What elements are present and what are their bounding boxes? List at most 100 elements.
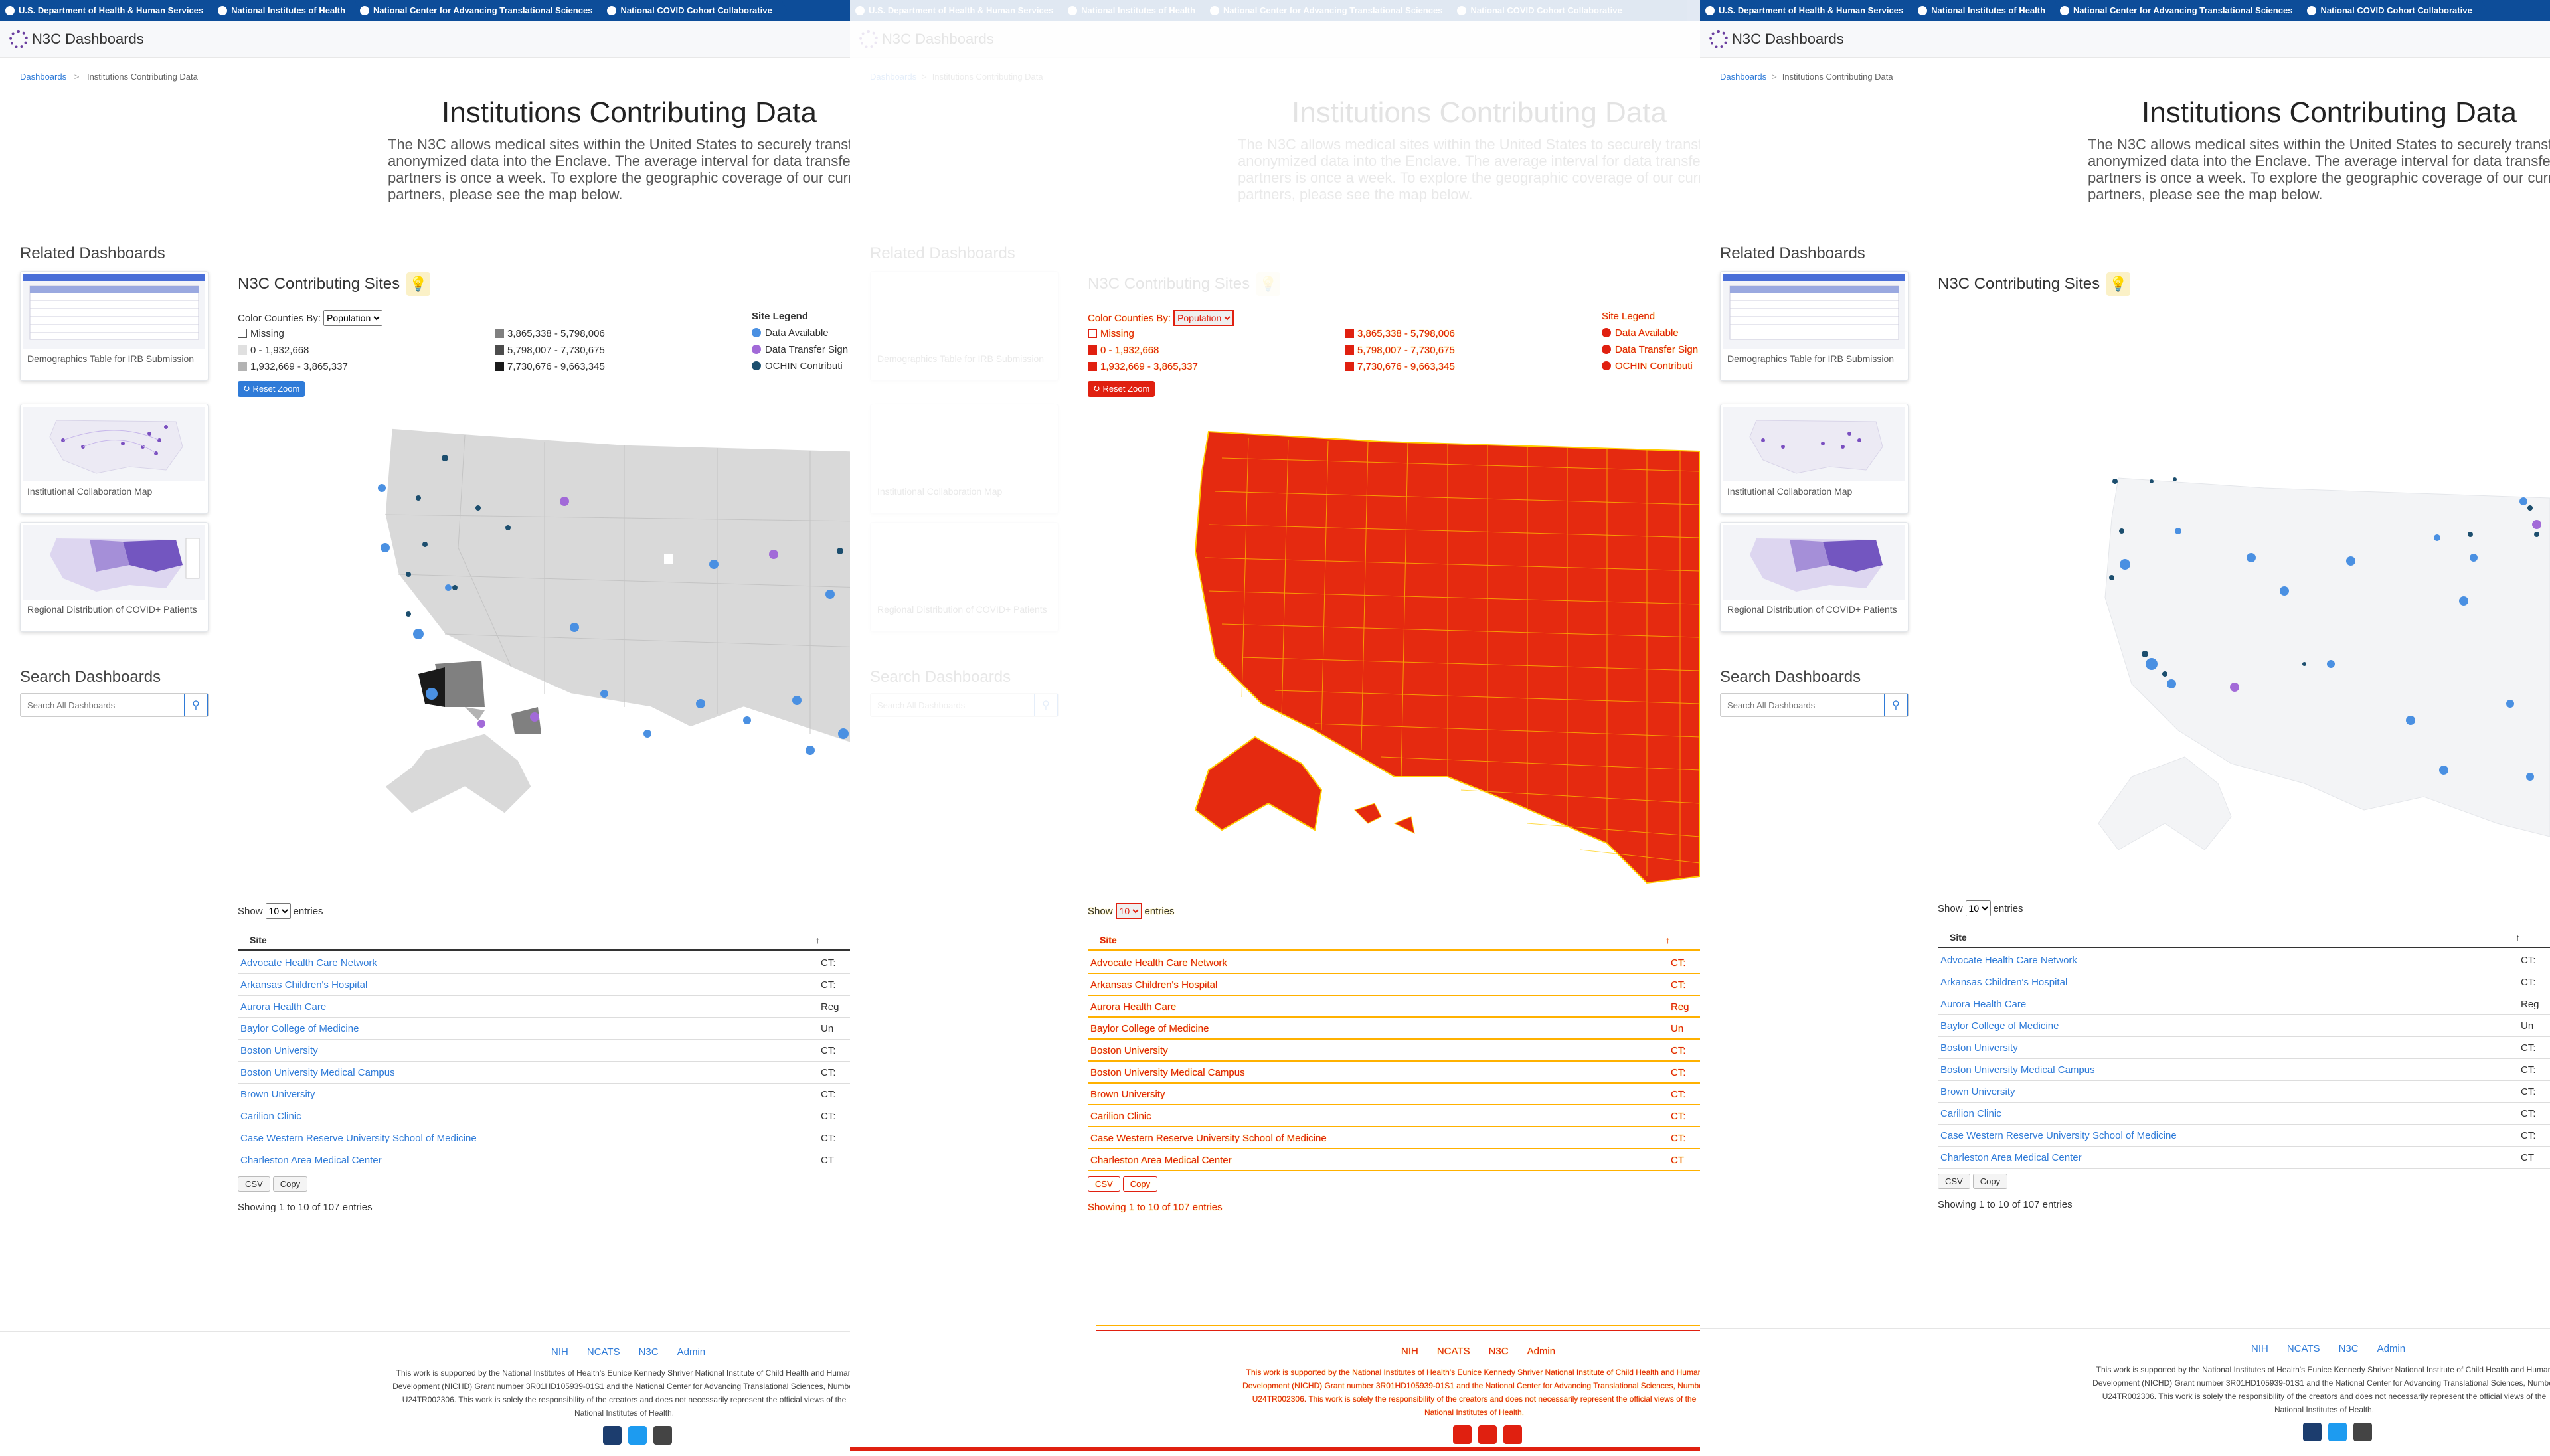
entries-select[interactable]: 10 (1115, 903, 1142, 919)
gov-link-ncats[interactable]: National Center for Advancing Translatio… (2055, 0, 2308, 21)
site-link[interactable]: Boston University (1940, 1042, 2018, 1054)
sort-arrow-icon[interactable]: ↑ (1665, 935, 1670, 945)
site-link[interactable]: Boston University (240, 1045, 318, 1056)
github-icon[interactable] (1503, 1425, 1522, 1444)
csv-button[interactable]: CSV (238, 1176, 270, 1192)
n3c-logo-icon[interactable] (1709, 29, 1728, 48)
site-link[interactable]: Brown University (1090, 1089, 1165, 1100)
footer-link-ncats[interactable]: NCATS (587, 1346, 620, 1358)
us-county-map[interactable] (345, 415, 850, 893)
site-link[interactable]: Advocate Health Care Network (240, 957, 377, 969)
csv-button[interactable]: CSV (1088, 1176, 1120, 1192)
footer-link-nih[interactable]: NIH (1401, 1346, 1418, 1357)
site-link[interactable]: Carilion Clinic (1090, 1111, 1151, 1122)
table-header[interactable]: Site ↑ (238, 928, 850, 951)
site-link[interactable]: Boston University Medical Campus (1090, 1067, 1245, 1078)
color-by-select[interactable]: Population (323, 310, 383, 326)
copy-button[interactable]: Copy (272, 1176, 308, 1192)
related-card-regional[interactable]: Regional Distribution of COVID+ Patients (870, 522, 1059, 632)
site-link[interactable]: Advocate Health Care Network (1090, 957, 1227, 969)
footer-link-nih[interactable]: NIH (551, 1346, 568, 1358)
gov-link-hhs[interactable]: U.S. Department of Health & Human Servic… (850, 0, 1068, 21)
search-input[interactable] (21, 694, 184, 716)
site-link[interactable]: Charleston Area Medical Center (1940, 1152, 2082, 1163)
related-card-demographics[interactable]: Demographics Table for IRB Submission (1720, 271, 1909, 381)
site-link[interactable]: Arkansas Children's Hospital (240, 979, 367, 991)
footer-link-nih[interactable]: NIH (2251, 1343, 2268, 1354)
site-link[interactable]: Case Western Reserve University School o… (1090, 1133, 1327, 1144)
related-card-collab-map[interactable]: Institutional Collaboration Map (870, 404, 1059, 514)
reset-zoom-button[interactable]: ↻ Reset Zoom (238, 381, 305, 397)
site-link[interactable]: Baylor College of Medicine (1090, 1023, 1209, 1034)
site-link[interactable]: Arkansas Children's Hospital (1940, 977, 2067, 988)
gov-link-n3c[interactable]: National COVID Cohort Collaborative (1452, 0, 1637, 21)
related-card-regional[interactable]: Regional Distribution of COVID+ Patients (20, 522, 209, 632)
site-link[interactable]: Brown University (1940, 1086, 2015, 1097)
footer-link-admin[interactable]: Admin (1527, 1346, 1556, 1357)
breadcrumb-root[interactable]: Dashboards (870, 72, 916, 82)
gov-link-hhs[interactable]: U.S. Department of Health & Human Servic… (1700, 0, 1918, 21)
related-card-collab-map[interactable]: Institutional Collaboration Map (20, 404, 209, 514)
breadcrumb-root[interactable]: Dashboards (1720, 72, 1766, 82)
twitter-icon[interactable] (1478, 1425, 1497, 1444)
entries-select[interactable]: 10 (1965, 900, 1991, 916)
github-icon[interactable] (2353, 1423, 2372, 1441)
site-legend-item[interactable]: Data Transfer Sign (1602, 341, 1698, 358)
copy-button[interactable]: Copy (1972, 1174, 2008, 1189)
email-icon[interactable] (2303, 1423, 2322, 1441)
site-legend-item[interactable]: OCHIN Contributi (752, 358, 848, 374)
site-legend-item[interactable]: Data Transfer Sign (752, 341, 848, 358)
site-link[interactable]: Boston University Medical Campus (240, 1067, 395, 1078)
navbar-brand[interactable]: N3C Dashboards (32, 31, 144, 48)
legend-item[interactable]: 5,798,007 - 7,730,675 (1345, 342, 1455, 359)
n3c-logo-icon[interactable] (859, 29, 878, 48)
legend-item[interactable]: 1,932,669 - 3,865,337 (238, 359, 348, 375)
legend-item[interactable]: Missing (1088, 325, 1198, 342)
gov-link-nih[interactable]: National Institutes of Health (1912, 0, 2060, 21)
table-header[interactable]: Site ↑ (1088, 928, 1700, 951)
site-link[interactable]: Carilion Clinic (1940, 1108, 2001, 1119)
twitter-icon[interactable] (628, 1426, 647, 1445)
search-icon[interactable]: ⚲ (1034, 694, 1058, 716)
site-link[interactable]: Aurora Health Care (1090, 1001, 1176, 1012)
email-icon[interactable] (1453, 1425, 1472, 1444)
email-icon[interactable] (603, 1426, 622, 1445)
site-legend-item[interactable]: Data Available (1602, 325, 1698, 341)
footer-link-ncats[interactable]: NCATS (1437, 1346, 1470, 1357)
related-card-demographics[interactable]: Demographics Table for IRB Submission (870, 271, 1059, 381)
search-icon[interactable]: ⚲ (1884, 694, 1908, 716)
gov-link-ncats[interactable]: National Center for Advancing Translatio… (1205, 0, 1458, 21)
color-by-select[interactable]: Population (1173, 310, 1234, 326)
gov-link-nih[interactable]: National Institutes of Health (212, 0, 360, 21)
site-link[interactable]: Baylor College of Medicine (240, 1023, 359, 1034)
gov-link-n3c[interactable]: National COVID Cohort Collaborative (2302, 0, 2487, 21)
legend-item[interactable]: 1,932,669 - 3,865,337 (1088, 359, 1198, 375)
lightbulb-icon[interactable]: 💡 (1256, 272, 1281, 296)
legend-item[interactable]: 0 - 1,932,668 (1088, 342, 1198, 359)
csv-button[interactable]: CSV (1938, 1174, 1970, 1189)
search-input[interactable] (871, 694, 1034, 716)
lightbulb-icon[interactable]: 💡 (2106, 272, 2131, 296)
search-icon[interactable]: ⚲ (184, 694, 208, 716)
footer-link-n3c[interactable]: N3C (639, 1346, 659, 1358)
legend-item[interactable]: 7,730,676 - 9,663,345 (495, 359, 605, 375)
column-site[interactable]: Site (1100, 935, 1117, 945)
site-link[interactable]: Case Western Reserve University School o… (1940, 1130, 2177, 1141)
site-link[interactable]: Case Western Reserve University School o… (240, 1133, 477, 1144)
twitter-icon[interactable] (2328, 1423, 2347, 1441)
gov-link-hhs[interactable]: U.S. Department of Health & Human Servic… (0, 0, 218, 21)
column-site[interactable]: Site (250, 935, 267, 945)
gov-link-ncats[interactable]: National Center for Advancing Translatio… (355, 0, 608, 21)
site-link[interactable]: Brown University (240, 1089, 315, 1100)
site-link[interactable]: Boston University Medical Campus (1940, 1064, 2095, 1076)
footer-link-n3c[interactable]: N3C (1489, 1346, 1509, 1357)
related-card-demographics[interactable]: Demographics Table for IRB Submission (20, 271, 209, 381)
site-legend-item[interactable]: Data Available (752, 325, 848, 341)
site-link[interactable]: Carilion Clinic (240, 1111, 301, 1122)
copy-button[interactable]: Copy (1122, 1176, 1158, 1192)
footer-link-admin[interactable]: Admin (677, 1346, 706, 1358)
us-site-map[interactable] (2065, 465, 2550, 890)
footer-link-admin[interactable]: Admin (2377, 1343, 2406, 1354)
site-legend-item[interactable]: OCHIN Contributi (1602, 358, 1698, 374)
legend-item[interactable]: 3,865,338 - 5,798,006 (1345, 325, 1455, 342)
